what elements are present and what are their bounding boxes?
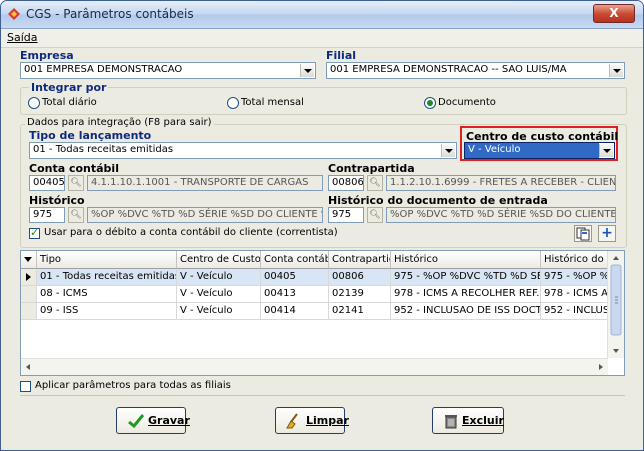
radio-label: Total diário — [42, 97, 97, 108]
hist-doc-desc: %OP %DVC %TD %D SÉRIE %SD DO CLIENTE %CF — [386, 207, 616, 223]
integrar-group — [20, 87, 627, 115]
binoculars-icon[interactable]: 🔍︎ — [367, 207, 383, 223]
limpar-button[interactable]: Limpar — [275, 407, 349, 434]
radio-total-diario[interactable] — [28, 97, 40, 109]
col-header-historico-doc[interactable]: Histórico do do — [541, 251, 610, 269]
filial-value: 001 EMPRESA DEMONSTRACAO -- SAO LUIS/MA — [330, 64, 567, 75]
table-cell[interactable]: 02141 — [329, 303, 391, 320]
usar-checkbox[interactable] — [29, 226, 40, 239]
empresa-value: 001 EMPRESA DEMONSTRACAO — [24, 64, 183, 75]
close-button[interactable]: X — [593, 4, 635, 23]
tipo-select[interactable]: 01 - Todas receitas emitidas — [29, 142, 457, 159]
chevron-down-icon[interactable] — [441, 144, 455, 157]
hist-label: Histórico — [29, 194, 85, 207]
excluir-button[interactable]: Excluir — [432, 407, 504, 434]
chevron-down-icon[interactable] — [599, 144, 613, 157]
radio-label: Documento — [438, 97, 496, 108]
menu-bar: Saída — [1, 29, 643, 48]
gravar-button[interactable]: Gravar — [116, 407, 190, 434]
broom-icon — [286, 413, 298, 429]
table-cell[interactable]: 975 - %OP %DVC %TD %D SÉRIE ... — [391, 269, 541, 286]
gravar-label: Gravar — [148, 414, 190, 427]
radio-label: Total mensal — [241, 97, 304, 108]
conta-desc: 4.1.1.10.1.1001 - TRANSPORTE DE CARGAS — [87, 175, 323, 191]
filial-select[interactable]: 001 EMPRESA DEMONSTRACAO -- SAO LUIS/MA — [326, 62, 625, 79]
filial-label: Filial — [326, 49, 357, 62]
title-bar[interactable]: CGS - Parâmetros contábeis X — [1, 1, 643, 29]
aplicar-label: Aplicar parâmetros para todas as filiais — [35, 380, 231, 391]
col-header-conta[interactable]: Conta contábil — [261, 251, 329, 269]
table-cell[interactable]: 09 - ISS — [37, 303, 177, 320]
conta-code-input[interactable]: 00405 — [29, 175, 65, 191]
hist-desc: %OP %DVC %TD %D SÉRIE %SD DO CLIENTE %CF — [87, 207, 323, 223]
table-cell[interactable]: 08 - ICMS — [37, 286, 177, 303]
table-cell[interactable]: 00414 — [261, 303, 329, 320]
table-cell[interactable]: 00413 — [261, 286, 329, 303]
chevron-down-icon[interactable] — [300, 64, 314, 77]
col-header-contrapartida[interactable]: Contrapartida — [329, 251, 391, 269]
check-icon — [128, 414, 144, 428]
trash-icon — [445, 415, 457, 429]
row-indicator[interactable] — [21, 286, 37, 303]
col-header-centro[interactable]: Centro de Custo — [177, 251, 261, 269]
dados-title: Dados para integração (F8 para sair) — [25, 117, 214, 128]
limpar-label: Limpar — [306, 414, 349, 427]
table-cell[interactable]: 00405 — [261, 269, 329, 286]
binoculars-icon[interactable]: 🔍︎ — [68, 175, 84, 191]
table-cell[interactable]: V - Veículo — [177, 286, 261, 303]
empresa-select[interactable]: 001 EMPRESA DEMONSTRACAO — [20, 62, 316, 79]
table-cell[interactable]: 02139 — [329, 286, 391, 303]
table-cell[interactable]: V - Veículo — [177, 269, 261, 286]
copy-icon[interactable] — [574, 225, 592, 242]
centro-value: V - Veículo — [465, 143, 599, 158]
contra-label: Contrapartida — [328, 162, 415, 175]
table-cell[interactable]: 978 - ICMS A RECOLHER REF. %... — [391, 286, 541, 303]
table-cell[interactable]: V - Veículo — [177, 303, 261, 320]
contra-desc: 1.1.2.10.1.6999 - FRETES A RECEBER - CLI… — [386, 175, 616, 191]
data-grid[interactable]: Tipo Centro de Custo Conta contábil Cont… — [20, 250, 625, 376]
add-icon[interactable]: + — [598, 225, 616, 242]
horizontal-scrollbar[interactable] — [21, 358, 608, 375]
chevron-down-icon[interactable] — [609, 64, 623, 77]
excluir-label: Excluir — [462, 414, 504, 427]
row-indicator[interactable] — [21, 269, 37, 286]
binoculars-icon[interactable]: 🔍︎ — [68, 207, 84, 223]
table-cell[interactable]: 978 - ICMS A R — [541, 286, 610, 303]
tipo-value: 01 - Todas receitas emitidas — [33, 144, 174, 155]
empresa-label: Empresa — [20, 49, 74, 62]
vertical-scrollbar[interactable] — [607, 251, 624, 358]
conta-label: Conta contábil — [29, 162, 119, 175]
grid-corner[interactable] — [21, 251, 37, 269]
tipo-label: Tipo de lançamento — [29, 129, 152, 142]
row-indicator[interactable] — [21, 303, 37, 320]
radio-documento[interactable] — [424, 97, 436, 109]
hist-code-input[interactable]: 975 — [29, 207, 65, 223]
table-cell[interactable]: 00806 — [329, 269, 391, 286]
contra-code-input[interactable]: 00806 — [328, 175, 364, 191]
hist-doc-label: Histórico do documento de entrada — [328, 194, 548, 207]
table-cell[interactable]: 952 - INCLUSAO DE ISS DOCTO. ... — [391, 303, 541, 320]
col-header-tipo[interactable]: Tipo — [37, 251, 177, 269]
window-title: CGS - Parâmetros contábeis — [26, 7, 194, 21]
aplicar-checkbox[interactable] — [20, 381, 31, 392]
hist-doc-code-input[interactable]: 975 — [328, 207, 364, 223]
table-cell[interactable]: 975 - %OP %DV — [541, 269, 610, 286]
integrar-title: Integrar por — [29, 81, 109, 94]
col-header-historico[interactable]: Histórico — [391, 251, 541, 269]
app-icon — [8, 8, 20, 20]
table-cell[interactable]: 01 - Todas receitas emitidas — [37, 269, 177, 286]
table-cell[interactable]: 952 - INCLUSA — [541, 303, 610, 320]
usar-label: Usar para o débito a conta contábil do c… — [44, 227, 338, 238]
binoculars-icon[interactable]: 🔍︎ — [367, 175, 383, 191]
radio-total-mensal[interactable] — [227, 97, 239, 109]
centro-select[interactable]: V - Veículo — [464, 142, 615, 159]
main-window: CGS - Parâmetros contábeis X Saída Empre… — [0, 0, 644, 451]
divider — [20, 395, 625, 396]
menu-saida[interactable]: Saída — [7, 31, 38, 44]
